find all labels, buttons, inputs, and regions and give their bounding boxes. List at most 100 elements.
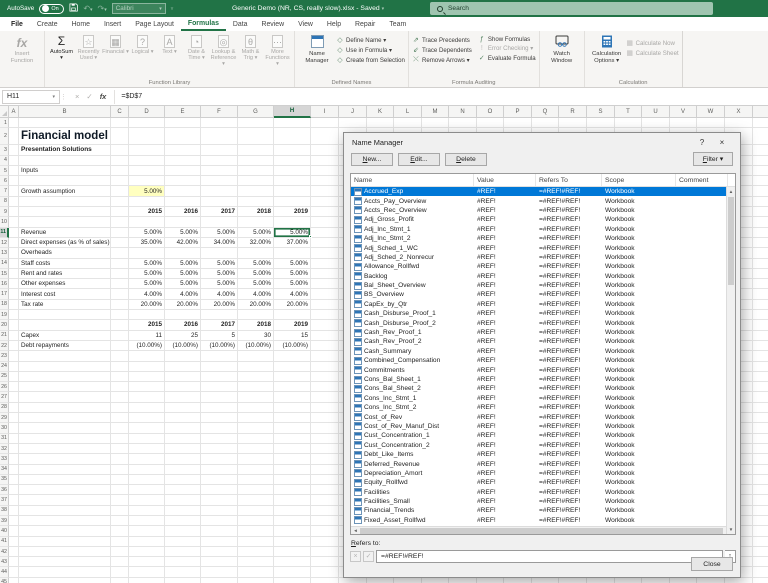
cell[interactable] — [111, 186, 129, 196]
cell-D14[interactable]: 5.00% — [129, 259, 165, 269]
vertical-scrollbar-thumb[interactable] — [728, 197, 734, 285]
cell[interactable] — [165, 485, 201, 495]
cell[interactable] — [274, 413, 311, 423]
dialog-help-icon[interactable]: ? — [692, 138, 712, 147]
recently-used-button[interactable]: ☆Recently Used ▾ — [75, 33, 102, 61]
cell[interactable] — [753, 207, 768, 217]
cell[interactable] — [311, 259, 339, 269]
cell[interactable] — [274, 156, 311, 166]
cell[interactable] — [19, 382, 111, 392]
cell[interactable] — [19, 372, 111, 382]
cell[interactable] — [238, 454, 274, 464]
cell-D18[interactable]: 20.00% — [129, 300, 165, 310]
name-row[interactable]: Commitments#REF!=#REF!#REF!Workbook — [351, 365, 735, 374]
row-header-13[interactable]: 13 — [0, 248, 9, 258]
cell[interactable] — [9, 578, 19, 583]
cell[interactable] — [111, 279, 129, 289]
names-column-header-value[interactable]: Value — [474, 174, 536, 186]
cell[interactable] — [165, 176, 201, 186]
name-row[interactable]: Cash_Rev_Proof_2#REF!=#REF!#REF!Workbook — [351, 337, 735, 346]
cell[interactable] — [165, 434, 201, 444]
cell-D21[interactable]: 11 — [129, 331, 165, 341]
column-header-V[interactable]: V — [670, 106, 697, 118]
autosave-toggle[interactable]: On — [39, 4, 64, 14]
cell[interactable] — [311, 526, 339, 536]
cell[interactable] — [504, 118, 532, 128]
row-header-8[interactable]: 8 — [0, 197, 9, 207]
cell[interactable] — [201, 362, 238, 372]
cell[interactable] — [753, 578, 768, 583]
name-row[interactable]: Accrued_Exp#REF!=#REF!#REF!Workbook — [351, 187, 735, 196]
cell[interactable] — [19, 217, 111, 227]
cell-H9[interactable]: 2019 — [274, 207, 311, 217]
column-header-I[interactable]: I — [311, 106, 339, 118]
cell[interactable] — [9, 259, 19, 269]
error-checking-button[interactable]: !Error Checking ▾ — [478, 45, 536, 52]
cell[interactable] — [274, 526, 311, 536]
row-header-45[interactable]: 45 — [0, 578, 9, 583]
names-list-vertical-scrollbar[interactable]: ▲ ▼ — [726, 187, 735, 534]
cell[interactable] — [201, 156, 238, 166]
cell[interactable] — [129, 526, 165, 536]
cell[interactable] — [9, 341, 19, 351]
cell[interactable] — [111, 351, 129, 361]
cell[interactable] — [274, 310, 311, 320]
cell[interactable] — [201, 537, 238, 547]
cell-G16[interactable]: 5.00% — [238, 279, 274, 289]
cell[interactable] — [753, 341, 768, 351]
cell[interactable] — [201, 176, 238, 186]
cell[interactable] — [111, 547, 129, 557]
cell[interactable] — [238, 475, 274, 485]
name-row[interactable]: Cost_of_Rev_Manuf_Dist#REF!=#REF!#REF!Wo… — [351, 422, 735, 431]
cell-E22[interactable]: (10.00%) — [165, 341, 201, 351]
cell[interactable] — [19, 465, 111, 475]
cell[interactable] — [311, 128, 339, 145]
cell[interactable] — [111, 485, 129, 495]
cell[interactable] — [111, 118, 129, 128]
column-header-C[interactable]: C — [111, 106, 129, 118]
column-header-A[interactable]: A — [9, 106, 19, 118]
cell[interactable] — [9, 351, 19, 361]
tab-help[interactable]: Help — [320, 17, 348, 31]
cell[interactable] — [238, 444, 274, 454]
name-row[interactable]: Adj_Inc_Stmt_2#REF!=#REF!#REF!Workbook — [351, 234, 735, 243]
cell[interactable] — [9, 454, 19, 464]
cell[interactable] — [9, 434, 19, 444]
cell[interactable] — [311, 392, 339, 402]
cell[interactable] — [19, 392, 111, 402]
row-header-35[interactable]: 35 — [0, 475, 9, 485]
cell[interactable] — [311, 279, 339, 289]
name-row[interactable]: Cash_Disburse_Proof_2#REF!=#REF!#REF!Wor… — [351, 318, 735, 327]
cell-H17[interactable]: 4.00% — [274, 289, 311, 299]
row-header-30[interactable]: 30 — [0, 423, 9, 433]
dialog-title-bar[interactable]: Name Manager ? × — [344, 133, 740, 151]
cell[interactable] — [9, 289, 19, 299]
cell-F9[interactable]: 2017 — [201, 207, 238, 217]
cell[interactable] — [19, 516, 111, 526]
cell[interactable] — [753, 382, 768, 392]
cell[interactable] — [165, 118, 201, 128]
cell[interactable] — [311, 475, 339, 485]
insert-function-button[interactable]: fx Insert Function — [3, 33, 41, 65]
cell[interactable] — [753, 516, 768, 526]
cell[interactable] — [367, 578, 394, 583]
cell-E11[interactable]: 5.00% — [165, 228, 201, 238]
cell[interactable] — [238, 465, 274, 475]
cell[interactable] — [753, 228, 768, 238]
cell[interactable] — [238, 197, 274, 207]
cell[interactable] — [274, 434, 311, 444]
cell[interactable] — [311, 362, 339, 372]
column-header-R[interactable]: R — [559, 106, 587, 118]
cell[interactable] — [9, 156, 19, 166]
name-row[interactable]: Combined_Compensation#REF!=#REF!#REF!Wor… — [351, 356, 735, 365]
cell[interactable] — [165, 578, 201, 583]
cell[interactable] — [111, 537, 129, 547]
cell[interactable] — [201, 186, 238, 196]
row-header-33[interactable]: 33 — [0, 454, 9, 464]
cell[interactable] — [111, 403, 129, 413]
cell[interactable] — [9, 166, 19, 176]
row-header-23[interactable]: 23 — [0, 351, 9, 361]
name-box[interactable]: H11▾ — [2, 90, 60, 104]
cell-G20[interactable]: 2018 — [238, 320, 274, 330]
cell[interactable] — [111, 248, 129, 258]
